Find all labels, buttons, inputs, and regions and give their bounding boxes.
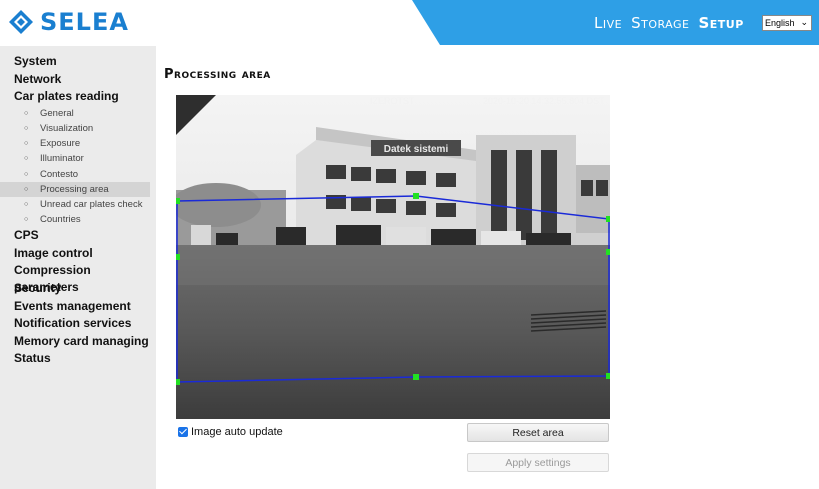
- sidebar-item-notification-services[interactable]: Notification services: [0, 315, 156, 333]
- sidebar: System Network Car plates reading Genera…: [0, 46, 156, 489]
- top-nav: Live Storage Setup: [594, 14, 753, 32]
- sidebar-subitem-illuminator[interactable]: Illuminator: [0, 151, 150, 166]
- sidebar-subitem-countries[interactable]: Countries: [0, 212, 150, 227]
- image-auto-update-label: Image auto update: [191, 426, 283, 438]
- reset-area-button[interactable]: Reset area: [467, 423, 609, 442]
- car-plates-submenu: General Visualization Exposure Illuminat…: [0, 106, 156, 227]
- sidebar-subitem-processing-area[interactable]: Processing area: [0, 181, 150, 197]
- sidebar-subitem-exposure[interactable]: Exposure: [0, 136, 150, 151]
- selea-diamond-icon: [9, 10, 33, 34]
- sidebar-item-cps[interactable]: CPS: [0, 227, 156, 245]
- building-sign: Datek sistemi: [384, 144, 449, 155]
- logo-text: SELEA: [40, 8, 129, 36]
- image-auto-update-checkbox[interactable]: [178, 427, 188, 437]
- sidebar-item-car-plates-reading[interactable]: Car plates reading: [0, 88, 156, 106]
- camera-scene: Datek sistemi: [176, 95, 610, 419]
- sidebar-subitem-unread-car-plates-check[interactable]: Unread car plates check: [0, 197, 150, 212]
- nav-setup[interactable]: Setup: [698, 14, 743, 32]
- image-auto-update-row: Image auto update: [178, 426, 283, 438]
- sidebar-item-image-control[interactable]: Image control: [0, 245, 156, 263]
- sidebar-item-compression-parameters[interactable]: Compression parameters: [0, 262, 156, 294]
- sidebar-item-status[interactable]: Status: [0, 350, 156, 368]
- language-select[interactable]: English ⌄: [762, 15, 812, 31]
- sidebar-item-system[interactable]: System: [0, 53, 156, 71]
- sidebar-subitem-general[interactable]: General: [0, 106, 150, 121]
- apply-settings-button[interactable]: Apply settings: [467, 453, 609, 472]
- page-title: Processing area: [164, 67, 271, 82]
- language-value: English: [765, 18, 795, 28]
- logo: SELEA: [8, 6, 129, 38]
- sidebar-item-events-management[interactable]: Events management: [0, 298, 156, 316]
- camera-timestamp: 2020-10-20 14:32:55.804 DST: [483, 96, 605, 106]
- chevron-down-icon: ⌄: [800, 17, 808, 27]
- sidebar-subitem-contesto[interactable]: Contesto: [0, 167, 150, 182]
- camera-device-name: IZEROTST: [370, 96, 415, 106]
- camera-image[interactable]: Datek sistemi IZEROTST 2020-10-20 14:32:…: [176, 95, 610, 419]
- header: SELEA Live Storage Setup English ⌄: [0, 0, 819, 45]
- sidebar-subitem-visualization[interactable]: Visualization: [0, 121, 150, 136]
- sidebar-item-memory-card-managing[interactable]: Memory card managing: [0, 333, 156, 351]
- sidebar-menu: System Network Car plates reading Genera…: [0, 46, 156, 368]
- sidebar-item-network[interactable]: Network: [0, 71, 156, 89]
- nav-live[interactable]: Live: [594, 14, 622, 32]
- nav-storage[interactable]: Storage: [631, 14, 689, 32]
